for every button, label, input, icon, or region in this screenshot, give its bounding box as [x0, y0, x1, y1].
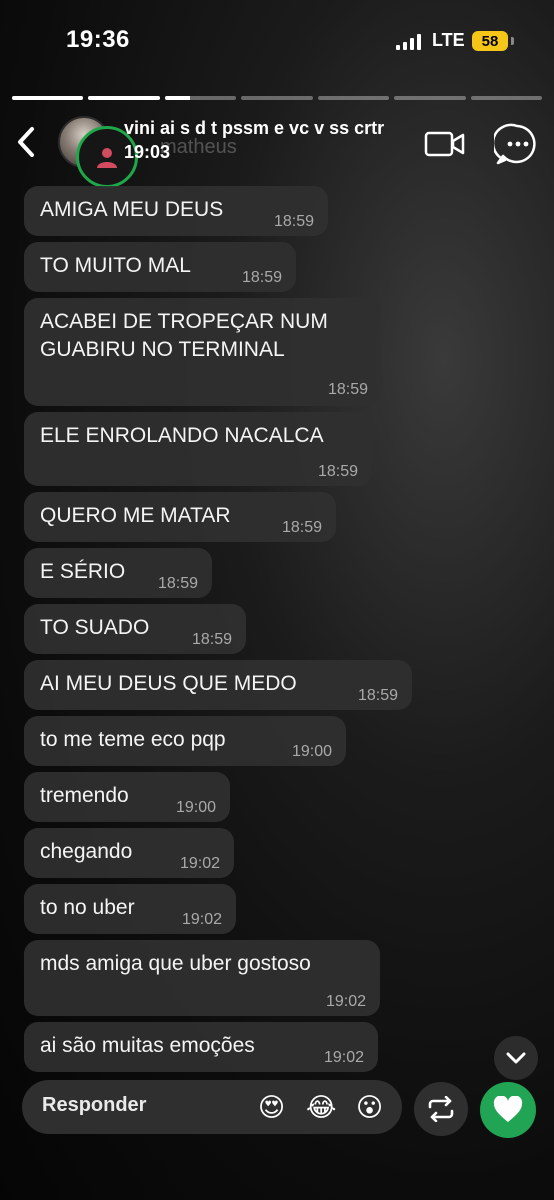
message-bubble[interactable]: QUERO ME MATAR 18:59	[24, 492, 336, 542]
message-text: to no uber	[40, 896, 135, 919]
message-bubble[interactable]: to no uber 19:02	[24, 884, 236, 934]
message-time: 19:02	[325, 993, 366, 1010]
chat-options-button[interactable]	[491, 122, 540, 168]
status-bar: 19:36 LTE 58	[0, 0, 554, 80]
message-time: 18:59	[191, 631, 232, 648]
message-time: 18:59	[281, 519, 322, 536]
message-text: ELE ENROLANDO NACALCA	[40, 424, 324, 447]
story-progress-fill	[164, 96, 190, 100]
heart-icon	[493, 1096, 523, 1122]
battery-tip	[511, 37, 514, 45]
message-bubble[interactable]: ai são muitas emoções 19:02	[24, 1022, 378, 1072]
emoji-surprised-reaction[interactable]: 😮	[356, 1092, 383, 1122]
scroll-down-icon	[506, 1052, 526, 1064]
message-text: ai são muitas emoções	[40, 1034, 255, 1057]
story-progress	[12, 96, 542, 100]
scroll-down-button[interactable]	[494, 1036, 538, 1080]
message-time: 19:00	[291, 743, 332, 760]
chat-header: matheus vini ai s d t pssm e vc v ss crt…	[0, 110, 554, 188]
emoji-heart-eyes-reaction[interactable]: 😍	[258, 1092, 285, 1122]
message-bubble[interactable]: TO SUADO 18:59	[24, 604, 246, 654]
network-label: LTE	[432, 30, 465, 50]
story-progress-segment	[470, 96, 542, 100]
message-text: TO SUADO	[40, 616, 150, 639]
message-time: 19:02	[181, 911, 222, 928]
repost-icon	[428, 1096, 454, 1122]
repost-button[interactable]	[414, 1082, 468, 1136]
message-time: 18:59	[273, 213, 314, 230]
emoji-laughing-reaction[interactable]: 😂	[306, 1092, 336, 1122]
story-progress-segment	[317, 96, 390, 100]
message-text: TO MUITO MAL	[40, 254, 191, 277]
story-progress-fill	[88, 96, 160, 100]
message-time: 18:59	[317, 463, 358, 480]
message-text: E SÉRIO	[40, 560, 126, 583]
chat-time: 19:03	[124, 142, 171, 162]
back-button[interactable]	[12, 124, 42, 160]
message-bubble[interactable]: to me teme eco pqp 19:00	[24, 716, 346, 766]
message-text: QUERO ME MATAR	[40, 504, 231, 527]
video-call-button[interactable]	[424, 128, 466, 160]
back-icon	[18, 127, 34, 157]
battery-level: 58	[481, 32, 499, 50]
message-time: 19:02	[179, 855, 220, 872]
message-time: 18:59	[157, 575, 198, 592]
message-text: AI MEU DEUS QUE MEDO	[40, 672, 297, 695]
message-time: 19:00	[175, 799, 216, 816]
signal-icon	[396, 34, 421, 50]
chat-title[interactable]: vini ai s d t pssm e vc v ss crtr	[124, 118, 384, 139]
message-time: 18:59	[327, 381, 368, 398]
battery-icon: 58	[472, 31, 508, 51]
message-bubble[interactable]: AMIGA MEU DEUS 18:59	[24, 186, 328, 236]
message-bubble[interactable]: E SÉRIO 18:59	[24, 548, 212, 598]
message-bubble[interactable]: tremendo 19:00	[24, 772, 230, 822]
message-text: ACABEI DE TROPEÇAR NUM GUABIRU NO TERMIN…	[40, 310, 328, 361]
message-bubble[interactable]: TO MUITO MAL 18:59	[24, 242, 296, 292]
message-bubble[interactable]: mds amiga que uber gostoso 19:02	[24, 940, 380, 1016]
profile-icon	[97, 148, 117, 168]
reply-placeholder: Responder	[42, 1094, 147, 1116]
story-progress-segment	[88, 96, 160, 100]
message-text: AMIGA MEU DEUS	[40, 198, 224, 221]
message-text: to me teme eco pqp	[40, 728, 226, 751]
message-bubble[interactable]: ACABEI DE TROPEÇAR NUM GUABIRU NO TERMIN…	[24, 298, 382, 406]
video-call-icon	[424, 131, 465, 157]
story-progress-fill	[12, 96, 84, 100]
message-time: 19:02	[323, 1049, 364, 1066]
message-text: mds amiga que uber gostoso	[40, 952, 311, 975]
story-progress-segment	[12, 96, 84, 100]
status-time: 19:36	[66, 26, 130, 53]
message-bubble[interactable]: chegando 19:02	[24, 828, 234, 878]
message-text: tremendo	[40, 784, 129, 807]
story-progress-segment	[394, 96, 466, 100]
story-progress-segment	[164, 96, 237, 100]
message-time: 18:59	[241, 269, 282, 286]
reply-input[interactable]: Responder 😍 😂 😮	[22, 1080, 402, 1134]
story-progress-segment	[241, 96, 313, 100]
message-time: 18:59	[357, 687, 398, 704]
like-button[interactable]	[480, 1082, 536, 1138]
message-bubble[interactable]: ELE ENROLANDO NACALCA 18:59	[24, 412, 372, 486]
message-text: chegando	[40, 840, 133, 863]
message-bubble[interactable]: AI MEU DEUS QUE MEDO 18:59	[24, 660, 412, 710]
chat-options-icon	[491, 123, 536, 165]
overlay-name: matheus	[160, 136, 237, 158]
